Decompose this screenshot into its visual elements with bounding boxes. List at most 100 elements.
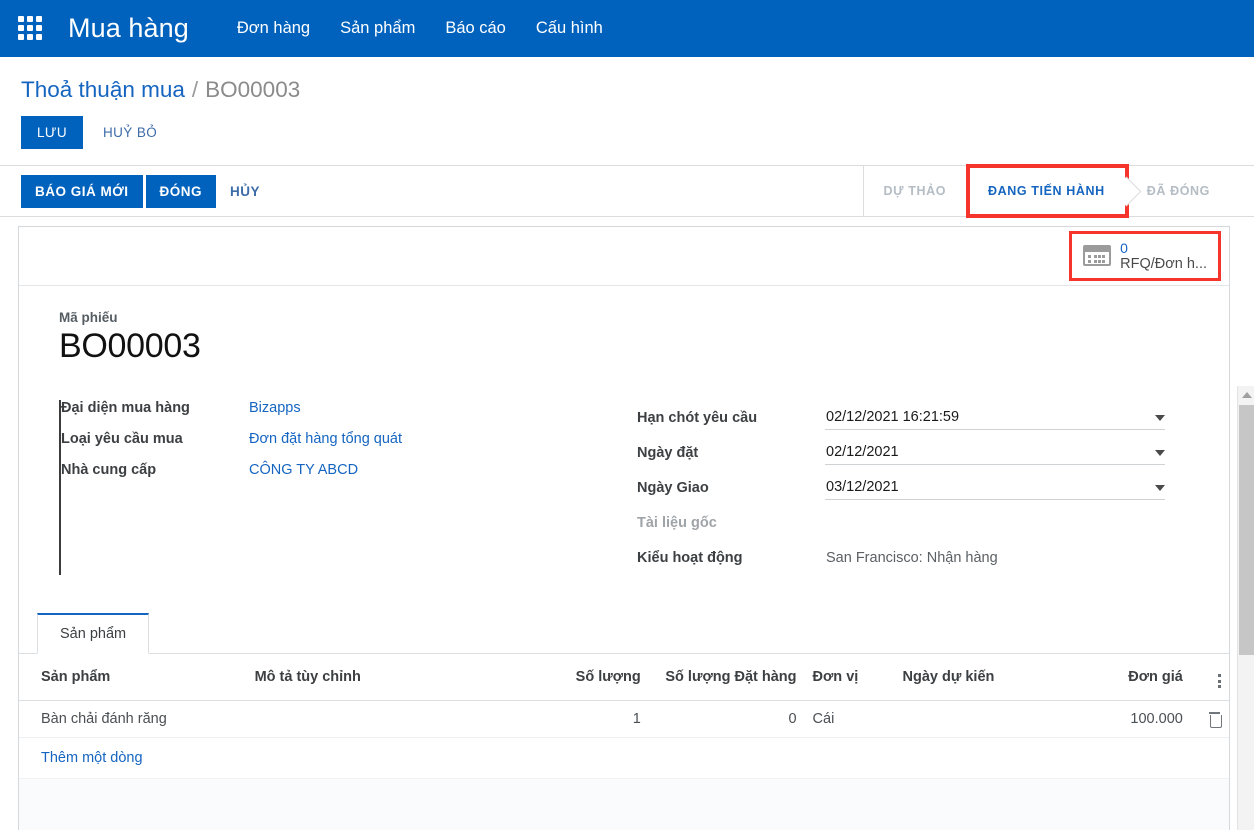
add-a-line-link[interactable]: Thêm một dòng	[19, 738, 151, 778]
order-lines-table: Sản phẩm Mô tả tùy chỉnh Số lượng Số lượ…	[19, 654, 1229, 738]
cell-quantity[interactable]: 1	[511, 700, 649, 738]
status-stage-closed-label: ĐÃ ĐÓNG	[1146, 184, 1210, 198]
menu-item-don-hang[interactable]: Đơn hàng	[237, 19, 310, 38]
field-operation-type-label: Kiểu hoạt động	[637, 549, 743, 566]
rfq-count: 0	[1120, 239, 1128, 256]
field-source-document-label: Tài liệu gốc	[637, 514, 717, 531]
record-code-caption: Mã phiếu	[59, 310, 118, 325]
field-request-type-label: Loại yêu cầu mua	[61, 431, 183, 447]
menu-item-san-pham[interactable]: Sản phẩm	[340, 19, 415, 38]
close-button[interactable]: ĐÓNG	[145, 174, 217, 208]
apps-grid-icon[interactable]	[18, 15, 44, 42]
vertical-scrollbar[interactable]	[1237, 386, 1254, 830]
scroll-up-arrow-icon[interactable]	[1238, 386, 1254, 403]
field-delivery-date-label: Ngày Giao	[637, 479, 709, 496]
col-header-uom[interactable]: Đơn vị	[804, 654, 895, 701]
field-delivery-date-input[interactable]: 03/12/2021	[825, 476, 1165, 500]
chevron-down-icon[interactable]	[1155, 450, 1165, 456]
trash-icon[interactable]	[1208, 711, 1222, 728]
field-delivery-date: Ngày Giao 03/12/2021	[637, 470, 1189, 505]
record-card: 0 RFQ/Đơn h... Mã phiếu BO00003 Đại diện…	[18, 226, 1230, 830]
status-stage-draft[interactable]: DỰ THẢO	[863, 166, 969, 216]
totals-band	[19, 778, 1229, 830]
menu-item-cau-hinh[interactable]: Cấu hình	[536, 19, 603, 38]
breadcrumb-separator: /	[191, 77, 199, 102]
table-header-row: Sản phẩm Mô tả tùy chỉnh Số lượng Số lượ…	[19, 654, 1229, 701]
cell-unit-price[interactable]: 100.000	[1063, 700, 1191, 738]
list-card-icon	[1083, 245, 1112, 267]
kebab-menu-icon[interactable]	[1218, 674, 1221, 688]
status-stage-in-progress-label: ĐANG TIẾN HÀNH	[988, 184, 1105, 198]
field-vendor-value[interactable]: CÔNG TY ABCD	[249, 462, 358, 478]
col-header-product[interactable]: Sản phẩm	[19, 654, 247, 701]
rfq-smart-button[interactable]: 0 RFQ/Đơn h...	[1069, 230, 1221, 282]
order-lines-body: Bàn chải đánh răng 1 0 Cái 100.000	[19, 700, 1229, 738]
status-stage-closed[interactable]: ĐÃ ĐÓNG	[1126, 166, 1232, 216]
top-navbar: Mua hàng Đơn hàng Sản phẩm Báo cáo Cấu h…	[0, 0, 1254, 57]
field-buyer-representative-value[interactable]: Bizapps	[249, 400, 301, 416]
field-order-date-input[interactable]: 02/12/2021	[825, 441, 1165, 465]
rfq-smart-button-text: 0 RFQ/Đơn h...	[1120, 240, 1207, 273]
rfq-label: RFQ/Đơn h...	[1120, 255, 1207, 272]
field-buyer-representative: Đại diện mua hàng Bizapps	[61, 400, 637, 431]
status-stage-draft-label: DỰ THẢO	[883, 184, 947, 198]
field-deadline-value: 02/12/2021 16:21:59	[826, 408, 960, 425]
field-order-date-label: Ngày đặt	[637, 444, 699, 461]
form-left-column: Đại diện mua hàng Bizapps Loại yêu cầu m…	[59, 400, 637, 575]
chevron-down-icon[interactable]	[1155, 485, 1165, 491]
breadcrumb: Thoả thuận mua / BO00003	[0, 57, 1254, 103]
record-body: Mã phiếu BO00003 Đại diện mua hàng Bizap…	[19, 286, 1229, 575]
breadcrumb-current: BO00003	[205, 77, 301, 102]
discard-button[interactable]: HUỶ BỎ	[91, 116, 169, 149]
field-request-type: Loại yêu cầu mua Đơn đặt hàng tổng quát	[61, 431, 637, 462]
form-right-column: Hạn chót yêu cầu 02/12/2021 16:21:59 Ngà…	[637, 400, 1189, 575]
field-order-date-value: 02/12/2021	[826, 443, 899, 460]
breadcrumb-parent-link[interactable]: Thoả thuận mua	[21, 77, 185, 103]
field-deadline-label: Hạn chót yêu cầu	[637, 409, 758, 426]
menu-item-bao-cao[interactable]: Báo cáo	[445, 19, 506, 38]
save-button[interactable]: LƯU	[21, 116, 83, 149]
record-code-value: BO00003	[59, 327, 201, 365]
col-header-options	[1190, 654, 1229, 701]
status-stage-in-progress[interactable]: ĐANG TIẾN HÀNH	[966, 164, 1129, 218]
col-header-expected-date[interactable]: Ngày dự kiến	[894, 654, 1064, 701]
cancel-button[interactable]: HỦY	[219, 175, 271, 208]
cell-product[interactable]: Bàn chải đánh răng	[19, 700, 247, 738]
field-vendor-label: Nhà cung cấp	[61, 462, 157, 478]
field-operation-type: Kiểu hoạt động San Francisco: Nhận hàng	[637, 540, 1189, 575]
field-source-document: Tài liệu gốc	[637, 505, 1189, 540]
cell-delete	[1190, 700, 1229, 738]
field-source-document-value[interactable]	[825, 512, 1165, 534]
field-request-type-value[interactable]: Đơn đặt hàng tổng quát	[249, 431, 402, 447]
tab-san-pham-label: Sản phẩm	[60, 626, 127, 642]
notebook-tabs: Sản phẩm	[19, 613, 1229, 654]
action-buttons: BÁO GIÁ MỚI ĐÓNG HỦY	[21, 174, 271, 208]
col-header-description[interactable]: Mô tả tùy chỉnh	[246, 654, 512, 701]
save-discard-row: LƯU HUỶ BỎ	[0, 103, 1254, 165]
tab-san-pham[interactable]: Sản phẩm	[37, 613, 150, 654]
col-header-unit-price[interactable]: Đơn giá	[1063, 654, 1191, 701]
col-header-ordered-qty[interactable]: Số lượng Đặt hàng	[648, 654, 805, 701]
page-content: 0 RFQ/Đơn h... Mã phiếu BO00003 Đại diện…	[0, 226, 1254, 830]
scrollbar-thumb[interactable]	[1239, 405, 1254, 655]
app-title: Mua hàng	[68, 13, 189, 43]
new-quotation-button[interactable]: BÁO GIÁ MỚI	[21, 174, 143, 208]
chevron-down-icon[interactable]	[1155, 415, 1165, 421]
field-deadline-input[interactable]: 02/12/2021 16:21:59	[825, 406, 1165, 430]
form-columns: Đại diện mua hàng Bizapps Loại yêu cầu m…	[59, 400, 1189, 575]
cell-description[interactable]	[246, 700, 512, 738]
cell-expected-date[interactable]	[894, 700, 1064, 738]
action-status-bar: BÁO GIÁ MỚI ĐÓNG HỦY DỰ THẢO ĐANG TIẾN H…	[0, 164, 1254, 218]
cell-ordered-qty[interactable]: 0	[648, 700, 805, 738]
field-operation-type-value: San Francisco: Nhận hàng	[826, 549, 998, 566]
field-deadline: Hạn chót yêu cầu 02/12/2021 16:21:59	[637, 400, 1189, 435]
main-menu: Đơn hàng Sản phẩm Báo cáo Cấu hình	[237, 19, 603, 38]
field-vendor: Nhà cung cấp CÔNG TY ABCD	[61, 462, 637, 493]
smart-button-row: 0 RFQ/Đơn h...	[19, 227, 1229, 286]
table-row[interactable]: Bàn chải đánh răng 1 0 Cái 100.000	[19, 700, 1229, 738]
field-delivery-date-value: 03/12/2021	[826, 478, 899, 495]
status-flow: DỰ THẢO ĐANG TIẾN HÀNH ĐÃ ĐÓNG	[862, 164, 1232, 218]
field-order-date: Ngày đặt 02/12/2021	[637, 435, 1189, 470]
cell-uom[interactable]: Cái	[804, 700, 895, 738]
col-header-quantity[interactable]: Số lượng	[511, 654, 649, 701]
